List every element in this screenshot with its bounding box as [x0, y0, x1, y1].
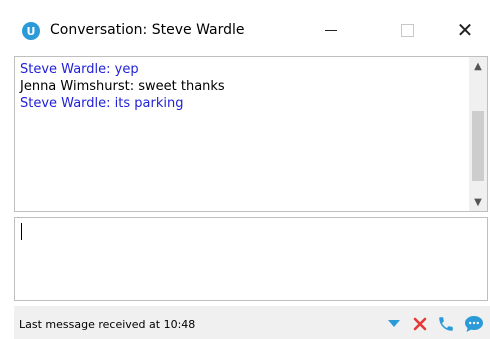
- last-message-status: Last message received at 10:48: [19, 318, 196, 331]
- message-line: Jenna Wimshurst: sweet thanks: [20, 79, 225, 94]
- scroll-up-icon[interactable]: ▲: [469, 57, 487, 75]
- compose-area[interactable]: [14, 217, 488, 301]
- scroll-down-icon[interactable]: ▼: [469, 193, 487, 211]
- phone-icon[interactable]: [436, 314, 456, 334]
- message-input[interactable]: [15, 218, 487, 300]
- message-line: Steve Wardle: yep: [20, 62, 139, 77]
- dropdown-arrow-icon[interactable]: [384, 314, 404, 334]
- maximize-button[interactable]: [384, 14, 430, 46]
- text-caret: [21, 223, 22, 240]
- status-bar: Last message received at 10:48: [14, 306, 490, 339]
- message-scrollbar[interactable]: ▲ ▼: [469, 57, 487, 211]
- chat-bubble-icon[interactable]: [464, 314, 484, 334]
- message-line: Steve Wardle: its parking: [20, 96, 184, 111]
- cancel-x-icon[interactable]: [410, 314, 430, 334]
- minimize-icon: [325, 29, 337, 31]
- close-icon: ✕: [456, 18, 474, 42]
- conversation-window: U Conversation: Steve Wardle ✕ Steve War…: [0, 0, 490, 339]
- maximize-icon: [400, 23, 414, 37]
- app-logo-icon: U: [22, 22, 40, 40]
- message-list: Steve Wardle: yep Jenna Wimshurst: sweet …: [20, 61, 465, 112]
- message-history[interactable]: Steve Wardle: yep Jenna Wimshurst: sweet …: [14, 56, 488, 212]
- scroll-thumb[interactable]: [472, 111, 484, 181]
- close-button[interactable]: ✕: [442, 14, 488, 46]
- minimize-button[interactable]: [308, 14, 354, 46]
- title-bar: U Conversation: Steve Wardle ✕: [0, 0, 490, 54]
- window-title: Conversation: Steve Wardle: [50, 22, 245, 38]
